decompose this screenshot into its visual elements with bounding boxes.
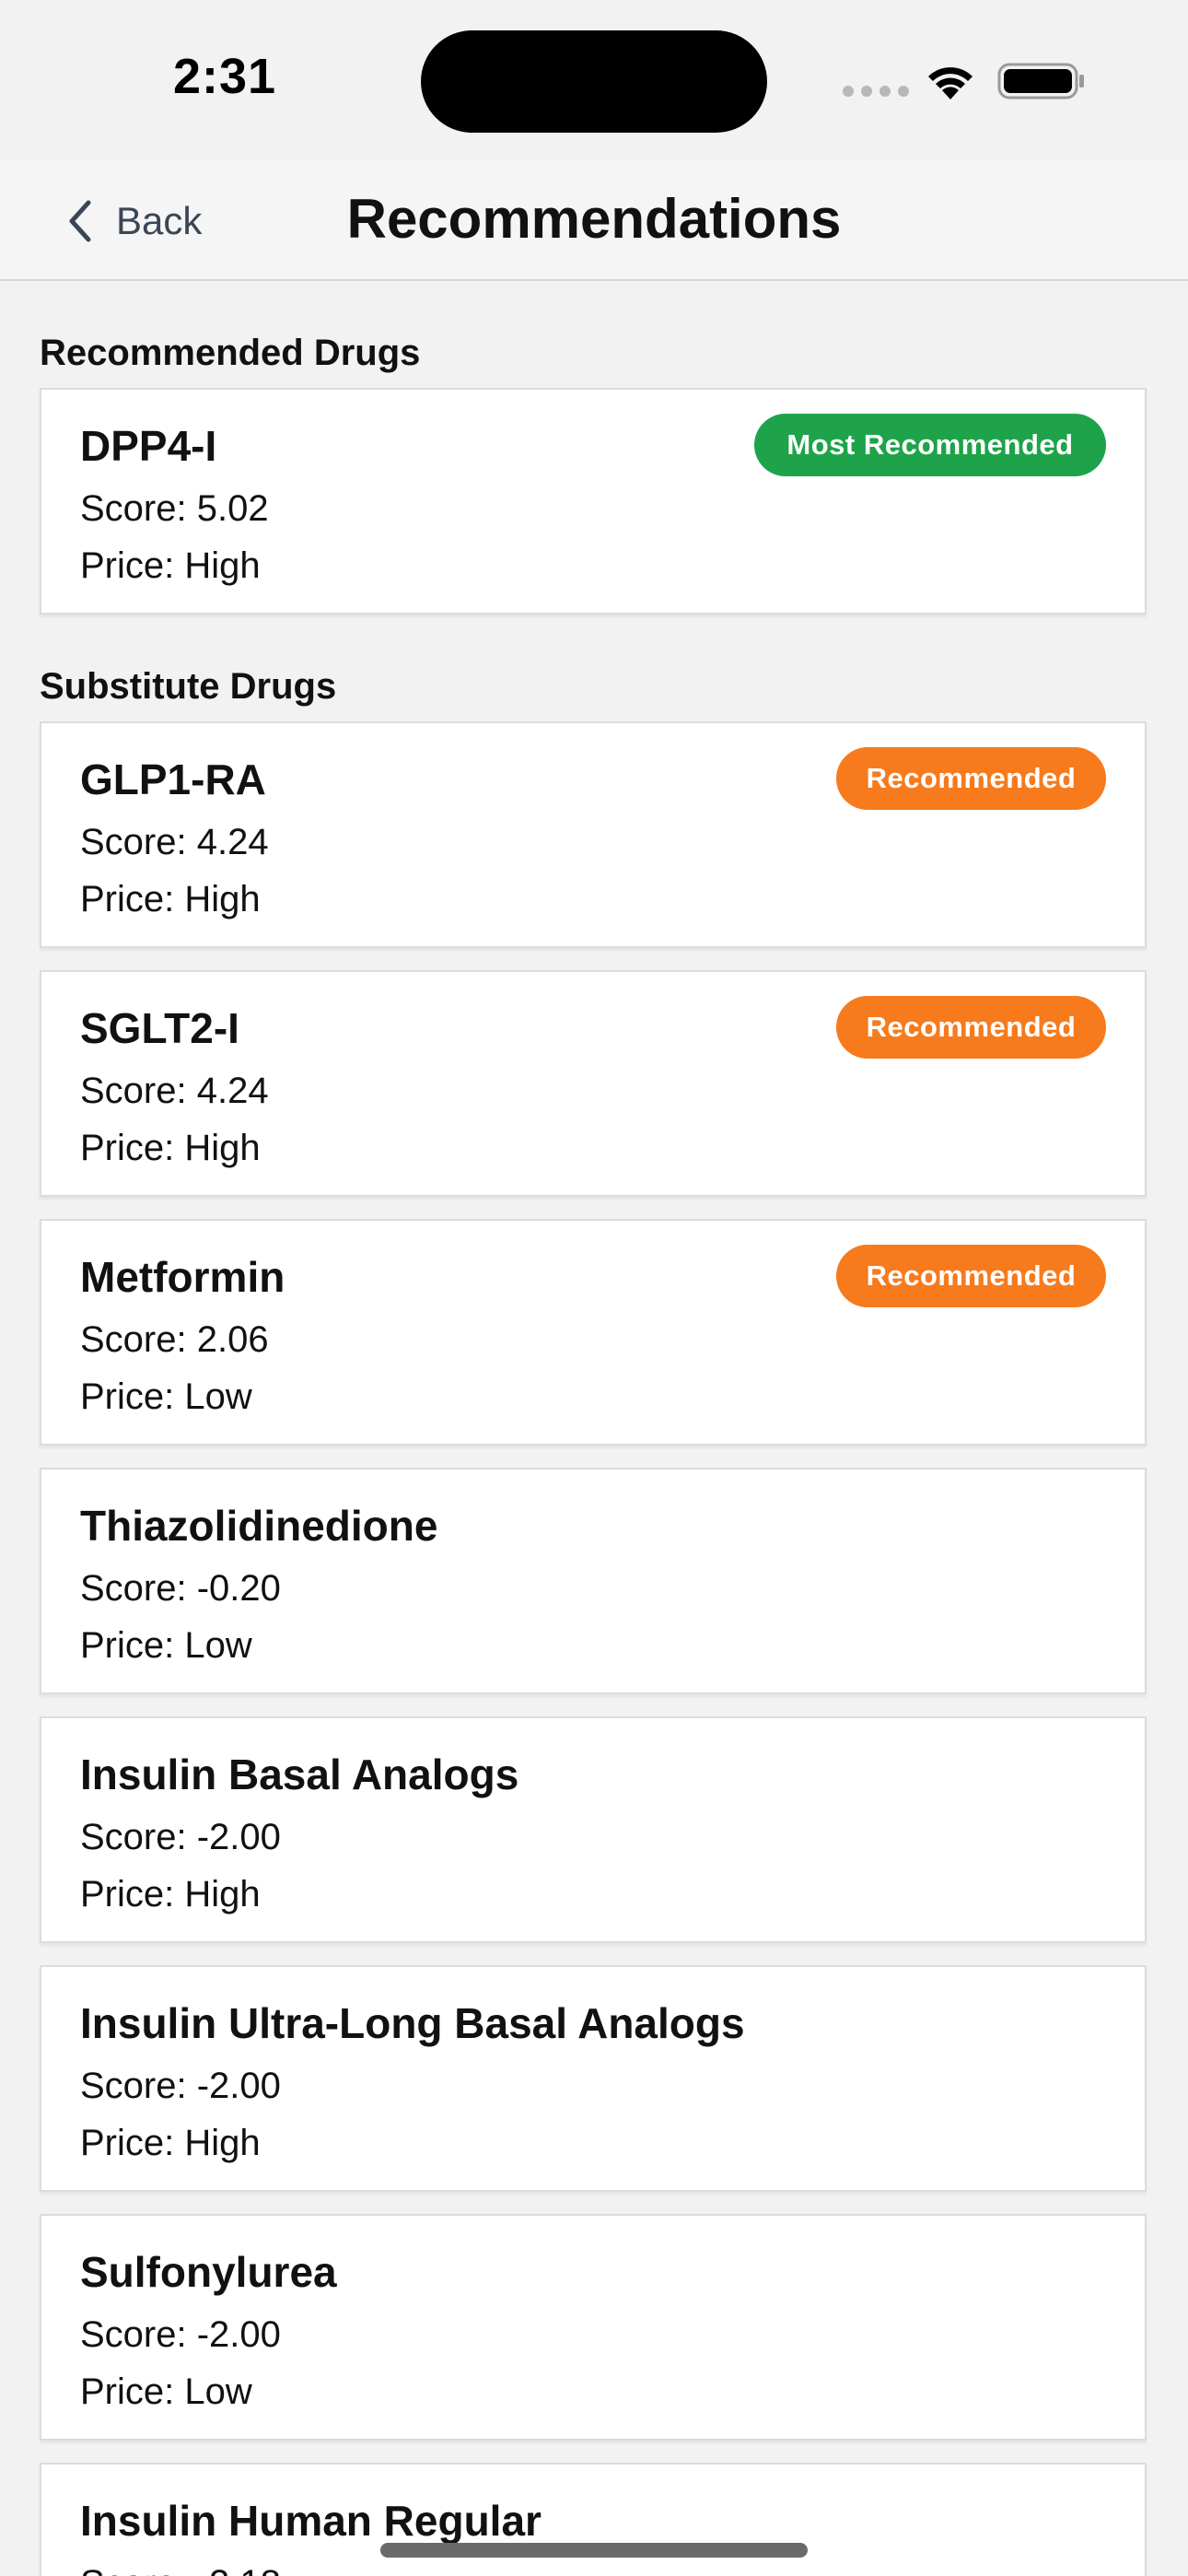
drug-price: Price: High (80, 545, 261, 586)
drug-name: Sulfonylurea (80, 2248, 337, 2296)
drug-score: Score: -0.20 (80, 1568, 281, 1609)
navigation-bar: Back Recommendations (0, 161, 1188, 281)
drug-price: Price: High (80, 879, 261, 919)
drug-price: Price: High (80, 1874, 261, 1914)
section-header-recommended: Recommended Drugs (40, 333, 421, 373)
section-header-substitute: Substitute Drugs (40, 666, 337, 707)
drug-price: Price: High (80, 2123, 261, 2163)
most-recommended-badge: Most Recommended (754, 414, 1106, 476)
drug-price: Price: Low (80, 2371, 252, 2412)
drug-card-insulin-ultra-long-basal-analogs[interactable]: Insulin Ultra-Long Basal Analogs Score: … (40, 1965, 1147, 2192)
drug-card-metformin[interactable]: Metformin Score: 2.06 Price: Low Recomme… (40, 1219, 1147, 1446)
battery-icon (997, 63, 1084, 100)
drug-price: Price: Low (80, 1625, 252, 1666)
wifi-icon (928, 67, 973, 100)
drug-score: Score: 4.24 (80, 822, 269, 862)
drug-score: Score: 4.24 (80, 1071, 269, 1111)
home-indicator[interactable] (380, 2543, 808, 2558)
drug-name: Insulin Ultra-Long Basal Analogs (80, 1999, 745, 2047)
status-bar: 2:31 (0, 0, 1188, 161)
cellular-signal-icon (843, 86, 909, 97)
drug-score: Score: 2.06 (80, 1319, 269, 1360)
recommended-badge: Recommended (836, 747, 1106, 810)
drug-score: Score: -2.00 (80, 1817, 281, 1857)
dynamic-island (421, 30, 767, 133)
substitute-drugs-section: Substitute Drugs GLP1-RA Score: 4.24 Pri… (40, 662, 1147, 2576)
drug-score: Score: 5.02 (80, 488, 269, 529)
page-title: Recommendations (346, 188, 842, 250)
drug-card-insulin-human-regular[interactable]: Insulin Human Regular Score: -2.18 (40, 2463, 1147, 2576)
recommendations-screen: 2:31 Back Recommendations Recommended Dr… (0, 0, 1188, 2576)
recommended-drugs-section: Recommended Drugs DPP4-I Score: 5.02 Pri… (40, 329, 1147, 615)
recommended-badge: Recommended (836, 996, 1106, 1059)
drug-card-thiazolidinedione[interactable]: Thiazolidinedione Score: -0.20 Price: Lo… (40, 1468, 1147, 1694)
recommended-badge: Recommended (836, 1245, 1106, 1307)
drug-score: Score: -2.00 (80, 2066, 281, 2106)
drug-card-glp1-ra[interactable]: GLP1-RA Score: 4.24 Price: High Recommen… (40, 721, 1147, 948)
drug-name: Insulin Human Regular (80, 2497, 542, 2545)
drug-score: Score: -2.00 (80, 2314, 281, 2355)
drug-card-insulin-basal-analogs[interactable]: Insulin Basal Analogs Score: -2.00 Price… (40, 1716, 1147, 1943)
drug-name: Insulin Basal Analogs (80, 1751, 519, 1798)
drug-score: Score: -2.18 (80, 2555, 1106, 2576)
content-scroll-area[interactable]: Recommended Drugs DPP4-I Score: 5.02 Pri… (40, 281, 1147, 2576)
status-time: 2:31 (173, 49, 277, 104)
drug-card-dpp4-i[interactable]: DPP4-I Score: 5.02 Price: High Most Reco… (40, 388, 1147, 615)
drug-price: Price: High (80, 1128, 261, 1168)
drug-name: Thiazolidinedione (80, 1502, 438, 1550)
drug-card-sulfonylurea[interactable]: Sulfonylurea Score: -2.00 Price: Low (40, 2214, 1147, 2441)
drug-card-sglt2-i[interactable]: SGLT2-I Score: 4.24 Price: High Recommen… (40, 970, 1147, 1197)
drug-price: Price: Low (80, 1376, 252, 1417)
